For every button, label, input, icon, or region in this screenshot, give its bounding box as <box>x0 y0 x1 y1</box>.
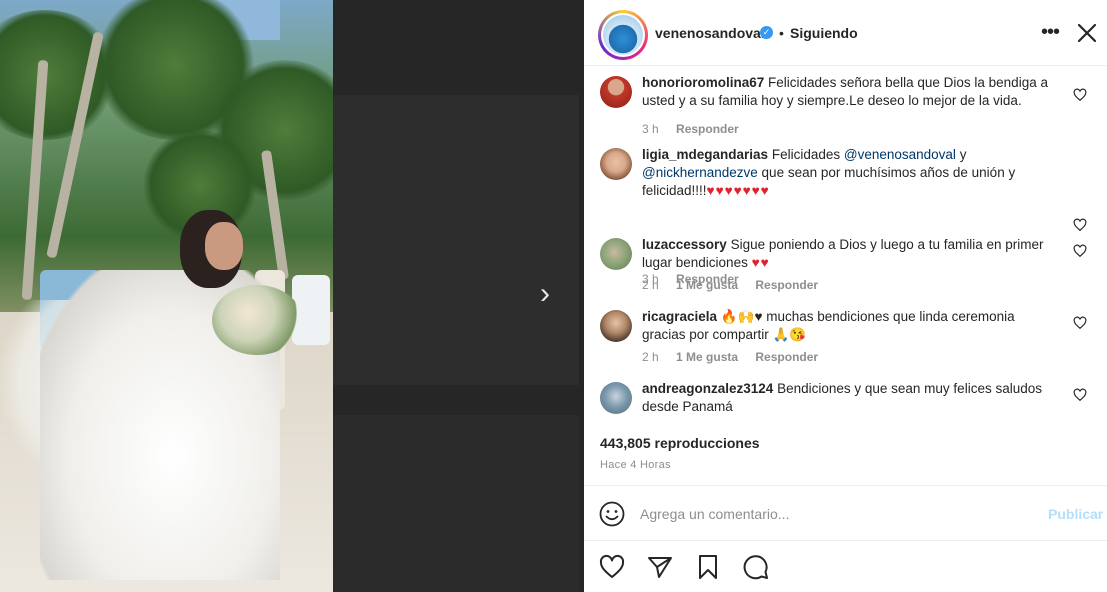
commenter-username[interactable]: andreagonzalez3124 <box>642 381 773 396</box>
commenter-username[interactable]: ligia_mdegandarias <box>642 147 768 162</box>
comment-time: 2 h <box>642 278 659 292</box>
heart-emojis: ♥♥ <box>751 255 770 270</box>
post-actions-bar <box>584 541 1107 592</box>
mention-link[interactable]: @venenosandoval <box>844 147 956 162</box>
reply-button[interactable]: Responder <box>676 122 739 136</box>
verified-badge-icon: ✓ <box>760 26 773 39</box>
comment-time: 2 h <box>642 350 659 364</box>
save-bookmark-icon[interactable] <box>694 553 722 581</box>
comment-composer: Publicar <box>584 485 1107 541</box>
comment-time: 3 h <box>642 122 659 136</box>
commenter-avatar[interactable] <box>600 238 632 270</box>
commenter-avatar[interactable] <box>600 310 632 342</box>
post-video[interactable] <box>0 0 333 592</box>
mention-link[interactable]: @nickhernandezve <box>642 165 758 180</box>
comment-text: y <box>959 147 967 162</box>
following-button[interactable]: Siguiendo <box>790 25 858 41</box>
like-comment-heart-icon[interactable] <box>1073 218 1087 232</box>
comment-likes[interactable]: 1 Me gusta <box>676 278 738 292</box>
commenter-avatar[interactable] <box>600 382 632 414</box>
author-username[interactable]: venenosandoval <box>655 25 765 41</box>
heart-emojis: ♥♥♥♥♥♥♥ <box>706 183 770 198</box>
like-comment-heart-icon[interactable] <box>1073 388 1087 402</box>
reply-button[interactable]: Responder <box>755 278 818 292</box>
post-modal: › venenosandoval ✓ • Siguiendo ••• honor… <box>0 0 1107 592</box>
lead-emojis: 🔥🙌♥ <box>720 309 763 324</box>
more-options-icon[interactable]: ••• <box>1039 20 1061 44</box>
author-avatar[interactable] <box>598 10 648 60</box>
tail-emojis: 🙏😘 <box>772 327 807 342</box>
close-icon[interactable] <box>1074 18 1100 48</box>
like-heart-icon[interactable] <box>598 553 626 581</box>
commenter-avatar[interactable] <box>600 148 632 180</box>
post-panel: venenosandoval ✓ • Siguiendo ••• honorio… <box>584 0 1107 592</box>
commenter-username[interactable]: ricagraciela <box>642 309 717 324</box>
comment-bubble-icon[interactable] <box>742 553 770 581</box>
share-paper-plane-icon[interactable] <box>646 553 674 581</box>
commenter-avatar[interactable] <box>600 76 632 108</box>
comment-input[interactable] <box>640 503 1030 525</box>
view-count[interactable]: 443,805 reproducciones <box>600 435 760 451</box>
post-header: venenosandoval ✓ • Siguiendo ••• <box>584 0 1107 66</box>
like-comment-heart-icon[interactable] <box>1073 316 1087 330</box>
commenter-username[interactable]: honorioromolina67 <box>642 75 764 90</box>
post-timestamp: Hace 4 Horas <box>600 459 671 471</box>
comments-list[interactable]: honorioromolina67 Felicidades señora bel… <box>584 66 1107 420</box>
comment-text: Felicidades <box>771 147 841 162</box>
comment-likes[interactable]: 1 Me gusta <box>676 350 738 364</box>
emoji-smiley-icon[interactable] <box>598 500 626 528</box>
next-post-arrow-icon[interactable]: › <box>533 278 557 310</box>
like-comment-heart-icon[interactable] <box>1073 88 1087 102</box>
separator-dot: • <box>779 25 784 41</box>
commenter-username[interactable]: luzaccessory <box>642 237 727 252</box>
like-comment-heart-icon[interactable] <box>1073 244 1087 258</box>
reply-button[interactable]: Responder <box>755 350 818 364</box>
publish-button[interactable]: Publicar <box>1048 506 1103 522</box>
